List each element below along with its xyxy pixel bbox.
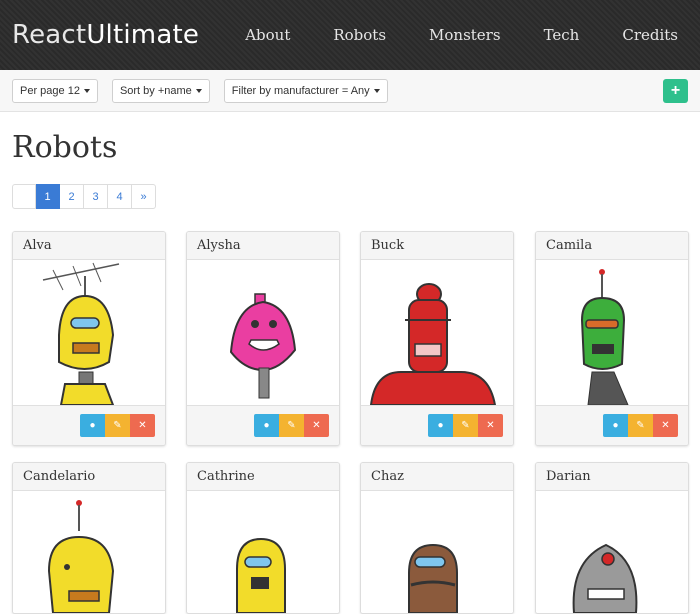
card-footer: ● ✎ ✕	[536, 405, 688, 445]
edit-icon: ✎	[113, 420, 122, 431]
view-button[interactable]: ●	[603, 414, 628, 437]
robot-name[interactable]: Alysha	[187, 232, 339, 260]
robot-card: Candelario	[12, 462, 166, 614]
filter-dropdown[interactable]: Filter by manufacturer = Any	[223, 78, 388, 103]
add-robot-button[interactable]: +	[663, 79, 688, 103]
navbar: ReactUltimate About Robots Monsters Tech…	[0, 0, 700, 70]
edit-button[interactable]: ✎	[105, 414, 130, 437]
caret-down-icon	[195, 88, 202, 93]
main-nav: About Robots Monsters Tech Credits	[202, 26, 678, 44]
filter-toolbar: Per page 12 Sort by +name Filter by manu…	[0, 70, 700, 112]
action-buttons: ● ✎ ✕	[80, 414, 155, 437]
card-footer: ● ✎ ✕	[13, 405, 165, 445]
brand-bold: Ultimate	[86, 20, 200, 50]
caret-down-icon	[373, 88, 380, 93]
robot-card: Camila ● ✎ ✕	[535, 231, 689, 446]
action-buttons: ● ✎ ✕	[254, 414, 329, 437]
per-page-label: Per page 12	[20, 84, 80, 97]
robot-name[interactable]: Candelario	[13, 463, 165, 491]
robot-card: Darian	[535, 462, 689, 614]
action-buttons: ● ✎ ✕	[603, 414, 678, 437]
robot-name[interactable]: Alva	[13, 232, 165, 260]
page-title: Robots	[12, 130, 118, 165]
robot-name[interactable]: Darian	[536, 463, 688, 491]
eye-icon: ●	[612, 420, 619, 431]
robot-name[interactable]: Chaz	[361, 463, 513, 491]
edit-button[interactable]: ✎	[628, 414, 653, 437]
edit-icon: ✎	[636, 420, 645, 431]
robot-card: Buck ● ✎ ✕	[360, 231, 514, 446]
pagination: 1 2 3 4 »	[12, 184, 700, 209]
robot-name[interactable]: Camila	[536, 232, 688, 260]
robot-image[interactable]	[187, 491, 339, 613]
per-page-dropdown[interactable]: Per page 12	[12, 78, 98, 103]
delete-button[interactable]: ✕	[653, 414, 678, 437]
edit-icon: ✎	[461, 420, 470, 431]
pagination-page-4[interactable]: 4	[108, 184, 132, 209]
pagination-page-1[interactable]: 1	[36, 184, 60, 209]
robot-image[interactable]	[13, 491, 165, 613]
action-buttons: ● ✎ ✕	[428, 414, 503, 437]
filter-label: Filter by manufacturer = Any	[231, 84, 370, 97]
brand-light: React	[12, 20, 87, 50]
sort-label: Sort by +name	[119, 84, 192, 97]
robot-card: Chaz	[360, 462, 514, 614]
card-footer: ● ✎ ✕	[361, 405, 513, 445]
eye-icon: ●	[263, 420, 270, 431]
delete-button[interactable]: ✕	[130, 414, 155, 437]
robot-image[interactable]	[536, 260, 688, 405]
close-icon: ✕	[486, 420, 495, 431]
robot-name[interactable]: Cathrine	[187, 463, 339, 491]
edit-button[interactable]: ✎	[453, 414, 478, 437]
nav-tech[interactable]: Tech	[544, 26, 580, 44]
close-icon: ✕	[138, 420, 147, 431]
edit-icon: ✎	[287, 420, 296, 431]
card-footer: ● ✎ ✕	[187, 405, 339, 445]
delete-button[interactable]: ✕	[304, 414, 329, 437]
nav-about[interactable]: About	[245, 26, 290, 44]
robot-image[interactable]	[13, 260, 165, 405]
robot-card: Alysha ● ✎ ✕	[186, 231, 340, 446]
close-icon: ✕	[661, 420, 670, 431]
nav-credits[interactable]: Credits	[622, 26, 678, 44]
robot-image[interactable]	[536, 491, 688, 613]
view-button[interactable]: ●	[254, 414, 279, 437]
close-icon: ✕	[312, 420, 321, 431]
robot-card: Alva ● ✎ ✕	[12, 231, 166, 446]
pagination-prev[interactable]	[12, 184, 36, 209]
nav-monsters[interactable]: Monsters	[429, 26, 501, 44]
robot-image[interactable]	[361, 260, 513, 405]
eye-icon: ●	[437, 420, 444, 431]
view-button[interactable]: ●	[80, 414, 105, 437]
view-button[interactable]: ●	[428, 414, 453, 437]
robot-card: Cathrine	[186, 462, 340, 614]
delete-button[interactable]: ✕	[478, 414, 503, 437]
pagination-page-3[interactable]: 3	[84, 184, 108, 209]
robot-image[interactable]	[361, 491, 513, 613]
eye-icon: ●	[89, 420, 96, 431]
plus-icon: +	[670, 82, 681, 99]
pagination-page-2[interactable]: 2	[60, 184, 84, 209]
caret-down-icon	[83, 88, 90, 93]
brand-logo[interactable]: ReactUltimate	[12, 20, 199, 50]
robot-grid: Alva ● ✎ ✕ Alysha ● ✎ ✕ Buck ● ✎ ✕ Camil…	[0, 209, 700, 614]
robot-name[interactable]: Buck	[361, 232, 513, 260]
nav-robots[interactable]: Robots	[333, 26, 386, 44]
pagination-next[interactable]: »	[132, 184, 156, 209]
sort-dropdown[interactable]: Sort by +name	[111, 78, 210, 103]
edit-button[interactable]: ✎	[279, 414, 304, 437]
robot-image[interactable]	[187, 260, 339, 405]
